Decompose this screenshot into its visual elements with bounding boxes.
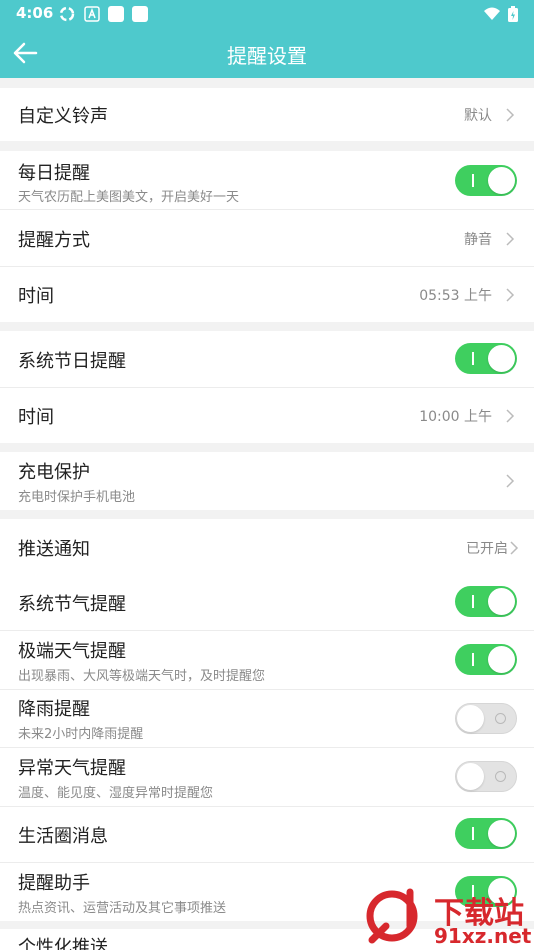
square-icon <box>132 6 148 22</box>
daily-time-label: 时间 <box>18 286 54 307</box>
rain-reminder-row: 降雨提醒 未来2小时内降雨提醒 <box>0 690 534 748</box>
extreme-weather-row: 极端天气提醒 出现暴雨、大风等极端天气时，及时提醒您 <box>0 631 534 690</box>
daily-reminder-sub: 天气农历配上美图美文，开启美好一天 <box>18 190 240 205</box>
wifi-icon <box>484 7 500 20</box>
toggle-on-mark <box>472 352 474 365</box>
life-circle-label: 生活圈消息 <box>18 826 108 847</box>
toggle-knob <box>488 167 515 194</box>
push-notification-label: 推送通知 <box>18 539 90 560</box>
app-bar: 提醒设置 <box>0 28 534 78</box>
ringtone-value: 默认 <box>464 108 492 124</box>
charge-protection-row[interactable]: 充电保护 充电时保护手机电池 <box>0 452 534 510</box>
toggle-on-mark <box>472 827 474 840</box>
daily-reminder-row: 每日提醒 天气农历配上美图美文，开启美好一天 <box>0 151 534 210</box>
solar-term-label: 系统节气提醒 <box>18 594 126 615</box>
abnormal-weather-row: 异常天气提醒 温度、能见度、湿度异常时提醒您 <box>0 748 534 807</box>
chevron-right-icon <box>506 108 515 122</box>
life-circle-toggle[interactable] <box>455 818 517 849</box>
holiday-reminder-toggle[interactable] <box>455 343 517 374</box>
daily-time-row[interactable]: 时间 05:53 上午 <box>0 267 534 322</box>
charge-protection-label: 充电保护 <box>18 462 90 483</box>
watermark-url: 91xz.net <box>434 924 532 948</box>
toggle-on-mark <box>472 174 474 187</box>
abnormal-weather-toggle[interactable] <box>455 761 517 792</box>
chevron-right-icon <box>506 288 515 302</box>
rain-reminder-toggle[interactable] <box>455 703 517 734</box>
toggle-knob <box>488 345 515 372</box>
holiday-time-row[interactable]: 时间 10:00 上午 <box>0 388 534 443</box>
daily-time-value: 05:53 上午 <box>419 288 492 304</box>
abnormal-weather-sub: 温度、能见度、湿度异常时提醒您 <box>18 786 214 801</box>
a-icon <box>84 6 100 22</box>
page-title: 提醒设置 <box>227 44 307 68</box>
ringtone-row[interactable]: 自定义铃声 默认 <box>0 88 534 141</box>
sync-icon <box>59 6 75 22</box>
reminder-mode-label: 提醒方式 <box>18 230 90 251</box>
toggle-knob <box>457 763 484 790</box>
extreme-weather-sub: 出现暴雨、大风等极端天气时，及时提醒您 <box>18 669 266 684</box>
chevron-right-icon <box>506 409 515 423</box>
toggle-knob <box>488 820 515 847</box>
holiday-time-label: 时间 <box>18 407 54 428</box>
chevron-right-icon <box>506 474 515 488</box>
toggle-off-mark <box>495 713 506 724</box>
watermark: 下载站 91xz.net <box>362 886 534 950</box>
toggle-on-mark <box>472 653 474 666</box>
rain-reminder-sub: 未来2小时内降雨提醒 <box>18 727 144 742</box>
holiday-reminder-label: 系统节日提醒 <box>18 351 126 372</box>
reminder-mode-value: 静音 <box>464 232 492 248</box>
life-circle-row: 生活圈消息 <box>0 807 534 863</box>
solar-term-toggle[interactable] <box>455 586 517 617</box>
reminder-assistant-sub: 热点资讯、运营活动及其它事项推送 <box>18 901 227 916</box>
extreme-weather-label: 极端天气提醒 <box>18 641 126 662</box>
push-notification-row[interactable]: 推送通知 已开启 <box>0 519 534 575</box>
battery-icon <box>508 6 518 22</box>
extreme-weather-toggle[interactable] <box>455 644 517 675</box>
daily-reminder-label: 每日提醒 <box>18 163 90 184</box>
toggle-on-mark <box>472 595 474 608</box>
push-notification-value: 已开启 <box>466 541 508 557</box>
chevron-right-icon <box>506 232 515 246</box>
rain-reminder-label: 降雨提醒 <box>18 699 90 720</box>
chevron-right-icon <box>510 541 519 555</box>
ringtone-label: 自定义铃声 <box>18 106 108 127</box>
toggle-knob <box>488 588 515 615</box>
holiday-time-value: 10:00 上午 <box>419 409 492 425</box>
watermark-logo-icon <box>366 888 418 944</box>
status-bar: 4:06 <box>0 0 534 28</box>
toggle-knob <box>457 705 484 732</box>
holiday-reminder-row: 系统节日提醒 <box>0 331 534 388</box>
reminder-assistant-label: 提醒助手 <box>18 873 90 894</box>
abnormal-weather-label: 异常天气提醒 <box>18 758 126 779</box>
daily-reminder-toggle[interactable] <box>455 165 517 196</box>
toggle-off-mark <box>495 771 506 782</box>
solar-term-row: 系统节气提醒 <box>0 575 534 631</box>
reminder-mode-row[interactable]: 提醒方式 静音 <box>0 210 534 267</box>
personalized-push-label: 个性化推送 <box>18 937 108 950</box>
status-time: 4:06 <box>16 4 54 22</box>
square-icon <box>108 6 124 22</box>
charge-protection-sub: 充电时保护手机电池 <box>18 490 136 505</box>
toggle-knob <box>488 646 515 673</box>
